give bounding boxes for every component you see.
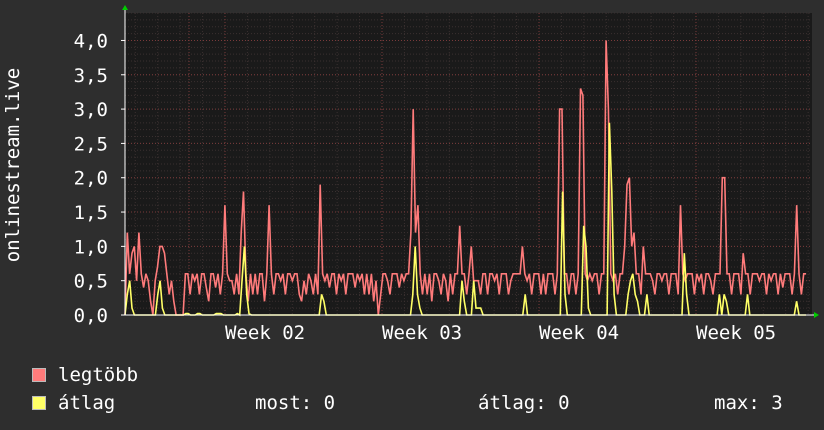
stat-atlag: átlag: 0: [478, 392, 570, 414]
y-tick-label: 1,5: [74, 202, 108, 224]
x-tick-labels: Week 02 Week 03 Week 04 Week 05: [225, 322, 776, 344]
stat-max: max: 3: [714, 392, 783, 414]
y-tick-label: 2,0: [74, 168, 108, 190]
legend-item-atlag: átlag: [32, 392, 115, 414]
y-axis-label: onlinestream.live: [2, 68, 24, 262]
y-tick-label: 1,0: [74, 236, 108, 258]
legend-label-atlag: átlag: [58, 392, 116, 414]
legend-label-legtobb: legtöbb: [58, 364, 139, 386]
y-tick-labels: 0,0 0,5 1,0 1,5 2,0 2,5 3,0 3,5 4,0: [74, 30, 108, 327]
legtobb-swatch: [32, 368, 46, 382]
x-tick-label: Week 03: [382, 322, 462, 344]
y-tick-label: 3,0: [74, 99, 108, 121]
atlag-swatch: [32, 396, 46, 410]
y-axis-arrow: [122, 5, 128, 10]
x-tick-label: Week 05: [696, 322, 776, 344]
y-tick-label: 2,5: [74, 133, 108, 155]
plot-area: [125, 13, 812, 315]
y-tick-label: 0,0: [74, 305, 108, 327]
y-tick-label: 4,0: [74, 30, 108, 52]
x-axis-arrow: [814, 312, 819, 318]
legend-item-legtobb: legtöbb: [32, 364, 138, 386]
y-tick-label: 3,5: [74, 65, 108, 87]
x-tick-label: Week 04: [539, 322, 619, 344]
stat-most: most: 0: [255, 392, 336, 414]
y-tick-label: 0,5: [74, 271, 108, 293]
x-tick-label: Week 02: [225, 322, 305, 344]
